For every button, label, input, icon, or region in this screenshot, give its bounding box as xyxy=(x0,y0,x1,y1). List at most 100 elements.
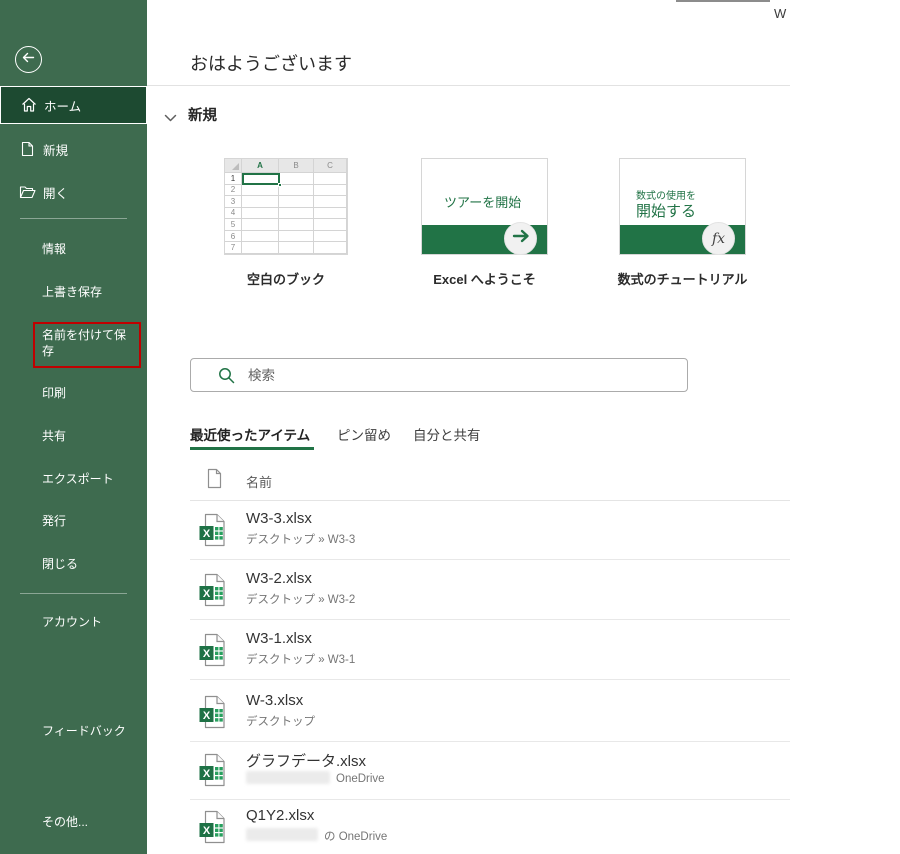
file-name: Q1Y2.xlsx xyxy=(246,807,315,824)
new-document-icon xyxy=(19,141,36,158)
window-title-letter: W xyxy=(774,6,787,21)
sheet-cell xyxy=(314,173,347,185)
formula-preview-line2: 開始する xyxy=(636,203,697,220)
svg-text:X: X xyxy=(203,528,211,540)
fx-icon: fx xyxy=(711,230,726,247)
sidebar-item-save-as[interactable]: 名前を付けて保存 xyxy=(42,327,136,359)
sheet-cell xyxy=(314,184,347,197)
file-name: グラフデータ.xlsx xyxy=(246,753,367,770)
template-blank-workbook[interactable]: ABC 1234567 xyxy=(224,158,348,255)
file-path: デスクトップ » W3-3 xyxy=(246,534,356,546)
sheet-cell xyxy=(314,230,347,243)
sheet-row-header: 1 xyxy=(225,173,242,185)
new-section-header[interactable]: 新規 xyxy=(164,104,217,125)
excel-file-icon: X xyxy=(199,513,226,552)
sidebar-item-label: ホーム xyxy=(44,99,82,114)
svg-text:X: X xyxy=(203,825,211,837)
name-column-header[interactable]: 名前 xyxy=(246,472,272,491)
sheet-cell xyxy=(314,207,347,220)
sidebar-item-home[interactable]: ホーム xyxy=(0,86,147,124)
svg-text:X: X xyxy=(203,768,211,780)
sheet-col-header: B xyxy=(279,159,314,173)
sidebar-item-info[interactable]: 情報 xyxy=(42,241,136,257)
template-caption-formula[interactable]: 数式のチュートリアル xyxy=(599,269,766,288)
sidebar-item-save[interactable]: 上書き保存 xyxy=(42,284,136,300)
sidebar-item-open[interactable]: 開く xyxy=(0,173,147,211)
sidebar-item-close[interactable]: 閉じる xyxy=(42,556,136,572)
redacted-text-block xyxy=(246,771,330,784)
sheet-row-header: 5 xyxy=(225,219,242,231)
arrow-right-icon xyxy=(512,229,530,248)
sheet-cell xyxy=(242,207,279,220)
tab-pinned[interactable]: ピン留め xyxy=(337,424,391,444)
svg-text:X: X xyxy=(203,710,211,722)
template-caption-welcome[interactable]: Excel へようこそ xyxy=(411,269,558,288)
search-input[interactable] xyxy=(248,367,687,383)
svg-text:X: X xyxy=(203,648,211,660)
sidebar-divider xyxy=(20,593,127,594)
file-path: OneDrive xyxy=(246,771,385,787)
file-row[interactable]: X グラフデータ.xlsx OneDrive xyxy=(190,740,790,800)
greeting-text: おはようございます xyxy=(190,54,352,74)
sidebar-item-export[interactable]: エクスポート xyxy=(42,471,136,487)
file-path: デスクトップ » W3-1 xyxy=(246,654,356,666)
a1-fill-handle xyxy=(278,183,282,187)
excel-file-icon: X xyxy=(199,695,226,734)
file-row[interactable]: X W-3.xlsx デスクトップ xyxy=(190,682,790,742)
sheet-cell xyxy=(279,196,314,208)
excel-file-icon: X xyxy=(199,753,226,792)
search-box[interactable] xyxy=(190,358,688,392)
search-icon xyxy=(218,367,235,384)
template-welcome-tour[interactable]: ツアーを開始 xyxy=(421,158,548,255)
tour-start-text: ツアーを開始 xyxy=(444,195,522,210)
sidebar-item-new[interactable]: 新規 xyxy=(0,130,147,168)
sheet-cell xyxy=(279,207,314,220)
redacted-text-block xyxy=(246,828,318,841)
file-path: の OneDrive xyxy=(246,828,387,844)
sidebar-divider xyxy=(20,218,127,219)
sheet-cell xyxy=(279,230,314,243)
sheet-row-header: 6 xyxy=(225,230,242,243)
sidebar-item-publish[interactable]: 発行 xyxy=(42,513,136,529)
sidebar-item-print[interactable]: 印刷 xyxy=(42,385,136,401)
file-row[interactable]: X W3-2.xlsx デスクトップ » W3-2 xyxy=(190,560,790,620)
arrow-circle-button xyxy=(504,222,537,255)
file-path: デスクトップ » W3-2 xyxy=(246,594,356,606)
excel-file-icon: X xyxy=(199,810,226,849)
file-row[interactable]: X Q1Y2.xlsx の OneDrive xyxy=(190,797,790,854)
sheet-col-header: A xyxy=(242,159,279,173)
tab-shared-with-me[interactable]: 自分と共有 xyxy=(413,424,481,444)
back-button[interactable] xyxy=(15,46,42,73)
sheet-row-header: 3 xyxy=(225,196,242,208)
sidebar-item-options[interactable]: その他... xyxy=(42,814,136,830)
sheet-cell xyxy=(279,184,314,197)
sidebar-item-account[interactable]: アカウント xyxy=(42,614,136,630)
open-folder-icon xyxy=(19,184,36,201)
sidebar-item-share[interactable]: 共有 xyxy=(42,428,136,444)
sidebar-item-label: 開く xyxy=(43,186,69,201)
chevron-down-icon xyxy=(164,110,177,122)
svg-text:X: X xyxy=(203,588,211,600)
sheet-cell xyxy=(242,242,279,254)
new-section-title: 新規 xyxy=(188,108,217,124)
file-row[interactable]: X W3-3.xlsx デスクトップ » W3-3 xyxy=(190,500,790,560)
sheet-cell xyxy=(279,242,314,254)
divider xyxy=(147,85,790,86)
excel-backstage: ホーム 新規 開く 情報 上書き保存 名前を付けて保存 印刷 共有 エクスポート… xyxy=(0,0,900,854)
tab-recent[interactable]: 最近使ったアイテム xyxy=(190,424,310,444)
file-name: W-3.xlsx xyxy=(246,692,304,709)
back-arrow-icon xyxy=(21,50,36,70)
sheet-cell xyxy=(242,219,279,231)
document-icon xyxy=(206,468,223,494)
sheet-corner-cell xyxy=(225,159,242,173)
sheet-cell xyxy=(242,196,279,208)
sheet-col-header: C xyxy=(314,159,347,173)
template-caption-blank[interactable]: 空白のブック xyxy=(224,269,348,288)
sheet-row-header: 2 xyxy=(225,184,242,197)
sheet-cell xyxy=(242,230,279,243)
template-formula-tutorial[interactable]: 数式の使用を 開始する fx xyxy=(619,158,746,255)
sidebar-item-feedback[interactable]: フィードバック xyxy=(42,723,136,739)
file-row[interactable]: X W3-1.xlsx デスクトップ » W3-1 xyxy=(190,620,790,680)
active-tab-underline xyxy=(190,447,314,450)
home-icon xyxy=(20,97,37,114)
